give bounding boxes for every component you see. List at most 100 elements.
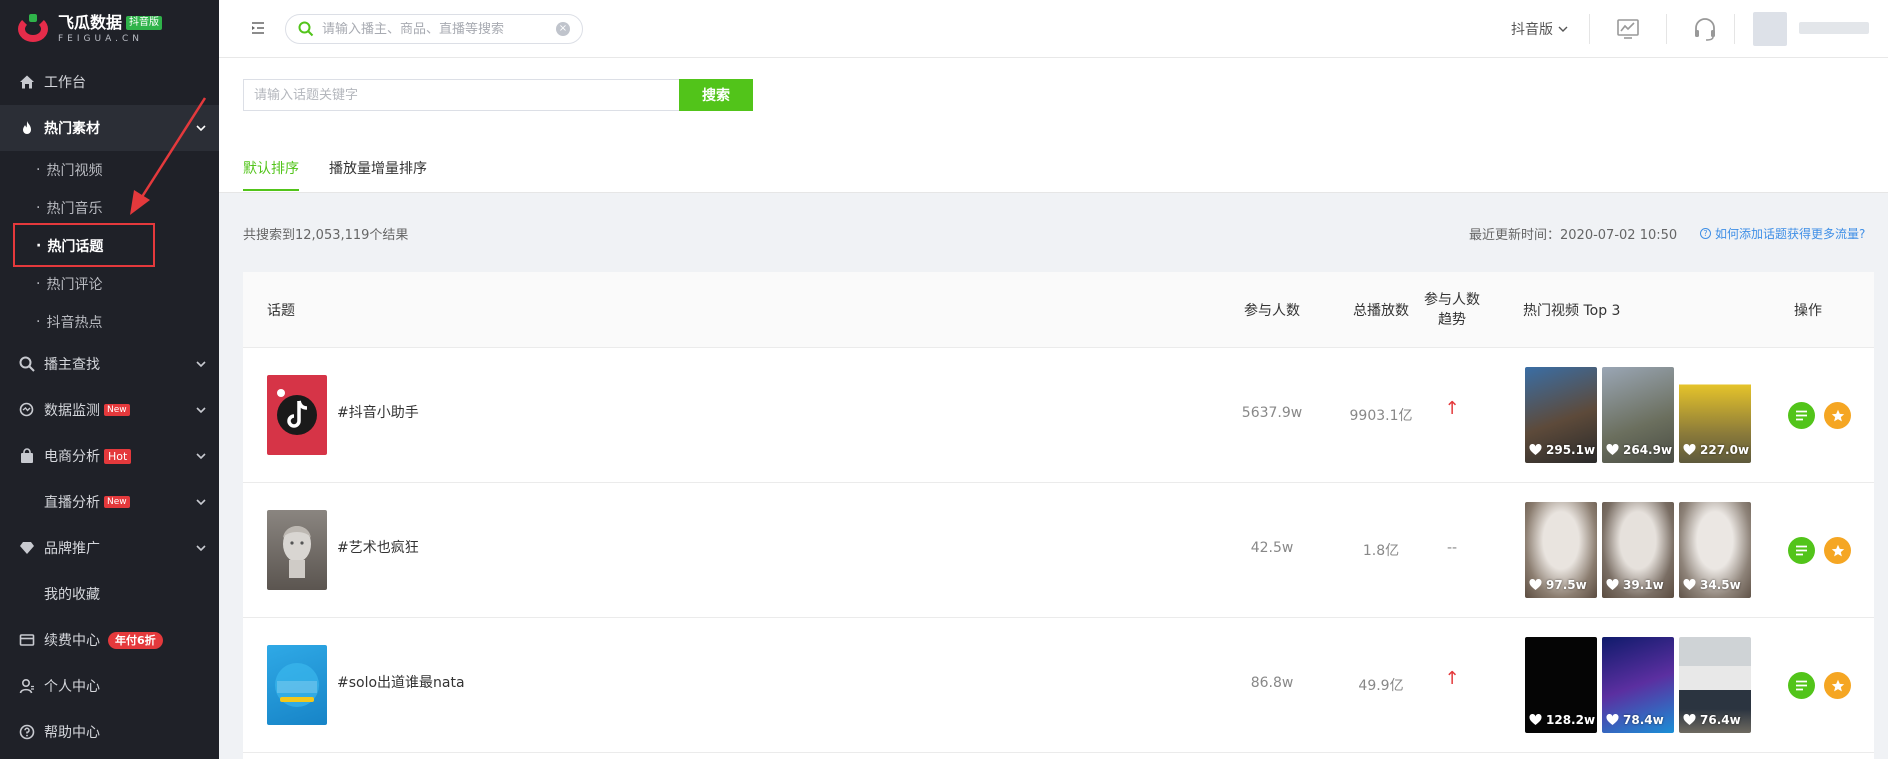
brand-edition-badge: 抖音版 <box>126 16 163 30</box>
sidebar-item-label: 个人中心 <box>44 679 100 695</box>
chevron-down-icon <box>196 125 206 132</box>
sidebar-item-label: 帮助中心 <box>44 725 100 741</box>
video-thumbnail[interactable]: 128.2w <box>1525 637 1597 733</box>
chevron-down-icon <box>196 407 206 414</box>
play-count: 1.8亿 <box>1362 543 1400 559</box>
sidebar-item-renewal-center[interactable]: 续费中心 年付6折 <box>0 617 219 663</box>
col-header-participants: 参与人数 <box>1244 303 1300 319</box>
star-icon <box>1831 409 1844 421</box>
feigua-logo-icon <box>18 14 48 44</box>
username-placeholder[interactable] <box>1799 22 1869 34</box>
play-count: 9903.1亿 <box>1349 408 1413 424</box>
sidebar-item-help-center[interactable]: 帮助中心 <box>0 709 219 755</box>
update-time: 最近更新时间：2020-07-02 10:50 <box>1469 228 1678 243</box>
participants-count: 42.5w <box>1250 540 1294 556</box>
favorite-button[interactable] <box>1824 402 1851 429</box>
topic-table: 话题 参与人数 总播放数 参与人数 趋势 热门视频 Top 3 操作 #抖音小助手… <box>243 272 1874 759</box>
sidebar-item-live-analysis[interactable]: 直播分析 New <box>0 479 219 525</box>
trend-up-icon: ↑ <box>1444 398 1460 419</box>
heart-icon <box>1529 714 1542 725</box>
sidebar-item-label: 品牌推广 <box>44 541 100 557</box>
promo-badge: 年付6折 <box>108 631 163 649</box>
sidebar-subitem-hot-music[interactable]: · 热门音乐 <box>0 189 219 227</box>
topic-keyword-input[interactable] <box>243 79 679 111</box>
brand-logo[interactable]: 飞瓜数据 抖音版 FEIGUA.CN <box>0 0 219 58</box>
topic-cover[interactable] <box>267 510 327 590</box>
topic-cover[interactable] <box>267 375 327 455</box>
favorite-button[interactable] <box>1824 672 1851 699</box>
help-link[interactable]: ? 如何添加话题获得更多流量? <box>1700 225 1865 242</box>
star-icon <box>1831 544 1844 556</box>
sidebar-subitem-hot-video[interactable]: · 热门视频 <box>0 151 219 189</box>
brand-domain: FEIGUA.CN <box>58 34 143 44</box>
search-icon <box>298 21 314 37</box>
tab-play-increase-sort[interactable]: 播放量增量排序 <box>329 158 427 193</box>
monitor-icon <box>18 401 36 419</box>
edition-select[interactable]: 抖音版 <box>1511 19 1569 39</box>
topic-name[interactable]: #solo出道谁最nata <box>337 672 465 692</box>
topic-cover[interactable] <box>267 645 327 725</box>
like-count: 227.0w <box>1700 443 1750 457</box>
sidebar-item-favorites[interactable]: 我的收藏 <box>0 571 219 617</box>
menu-collapse-icon[interactable] <box>250 20 266 36</box>
video-thumbnail[interactable]: 295.1w <box>1525 367 1597 463</box>
sidebar-subitem-douyin-trending[interactable]: · 抖音热点 <box>0 303 219 341</box>
topic-name[interactable]: #抖音小助手 <box>337 402 419 422</box>
chevron-down-icon <box>196 361 206 368</box>
like-count: 76.4w <box>1700 713 1741 727</box>
list-icon <box>1796 545 1807 556</box>
clear-icon[interactable]: × <box>556 22 570 36</box>
detail-button[interactable] <box>1788 537 1815 564</box>
highlight-box <box>13 223 155 267</box>
global-search-input[interactable] <box>322 21 556 37</box>
col-header-top-videos: 热门视频 Top 3 <box>1523 303 1621 319</box>
col-header-actions: 操作 <box>1794 303 1822 319</box>
chevron-down-icon <box>196 545 206 552</box>
sidebar-item-data-monitor[interactable]: 数据监测 New <box>0 387 219 433</box>
sidebar-subitem-label: 抖音热点 <box>46 315 103 331</box>
card-icon <box>18 631 36 649</box>
header-divider <box>1589 14 1590 44</box>
video-thumbnail[interactable]: 34.5w <box>1679 502 1751 598</box>
topic-name[interactable]: #艺术也疯狂 <box>337 537 419 557</box>
video-thumbnail[interactable]: 39.1w <box>1602 502 1674 598</box>
video-thumbnail[interactable]: 264.9w <box>1602 367 1674 463</box>
sidebar-item-ecommerce-analysis[interactable]: 电商分析 Hot <box>0 433 219 479</box>
sidebar-item-label: 播主查找 <box>44 357 100 373</box>
favorite-button[interactable] <box>1824 537 1851 564</box>
header-divider <box>1734 14 1735 44</box>
search-button[interactable]: 搜索 <box>679 79 753 111</box>
video-thumbnail[interactable]: 97.5w <box>1525 502 1597 598</box>
video-thumbnail[interactable]: 76.4w <box>1679 637 1751 733</box>
detail-button[interactable] <box>1788 402 1815 429</box>
video-thumbnail[interactable]: 78.4w <box>1602 637 1674 733</box>
sidebar-subitem-hot-comment[interactable]: · 热门评论 <box>0 265 219 303</box>
diamond-icon <box>18 539 36 557</box>
heart-icon <box>1606 714 1619 725</box>
sidebar: 飞瓜数据 抖音版 FEIGUA.CN 工作台 热门素材 · 热门视频 · 热门音乐 ·… <box>0 0 219 759</box>
sidebar-item-personal-center[interactable]: 个人中心 <box>0 663 219 709</box>
table-row: #solo出道谁最nata 86.8w 49.9亿 ↑ 128.2w 78.4w… <box>243 618 1874 753</box>
global-search[interactable]: × <box>285 14 583 44</box>
sidebar-item-workbench[interactable]: 工作台 <box>0 59 219 105</box>
sidebar-item-brand-promotion[interactable]: 品牌推广 <box>0 525 219 571</box>
tiktok-logo-icon <box>277 389 317 435</box>
sidebar-item-hot-material[interactable]: 热门素材 <box>0 105 219 151</box>
detail-button[interactable] <box>1788 672 1815 699</box>
headset-icon[interactable] <box>1692 16 1718 42</box>
tab-default-sort[interactable]: 默认排序 <box>243 158 299 193</box>
video-thumbnail[interactable]: 227.0w <box>1679 367 1751 463</box>
heart-icon <box>1683 579 1696 590</box>
heart-icon <box>1606 444 1619 455</box>
statue-image-icon <box>283 526 311 578</box>
play-count: 49.9亿 <box>1358 678 1404 694</box>
sidebar-item-label: 数据监测 <box>44 403 100 419</box>
sidebar-item-creator-search[interactable]: 播主查找 <box>0 341 219 387</box>
like-count: 97.5w <box>1546 578 1587 592</box>
avatar[interactable] <box>1753 12 1787 46</box>
question-icon: ? <box>1700 228 1711 239</box>
list-icon <box>1796 680 1807 691</box>
result-count: 共搜索到12,053,119个结果 <box>243 228 409 243</box>
heart-icon <box>1529 579 1542 590</box>
chart-monitor-icon[interactable] <box>1615 16 1641 42</box>
